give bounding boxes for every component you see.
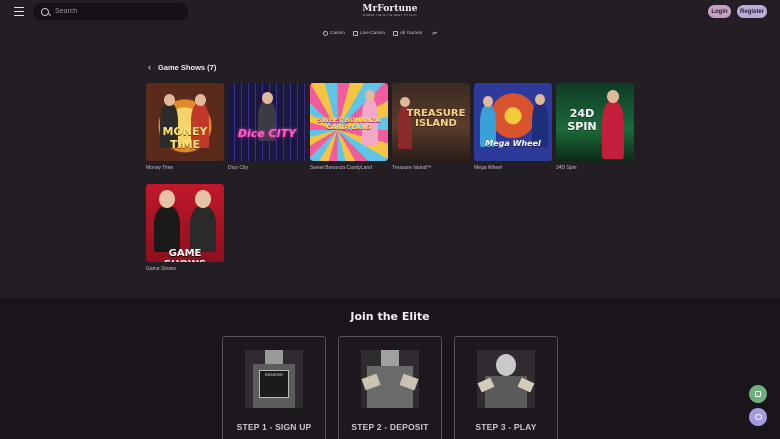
game-tile-treasure-island[interactable]: TREASURE ISLAND Treasure Island™ <box>392 83 470 171</box>
login-button[interactable]: Login <box>708 5 731 18</box>
game-art-title: Mega Wheel <box>485 139 541 148</box>
chat-fab-button[interactable] <box>749 408 767 426</box>
game-name: Dice City <box>228 165 249 171</box>
game-art-title: SWEET BONANZA CANDYLAND <box>317 116 381 131</box>
step-label: STEP 2 - DEPOSIT <box>351 422 429 432</box>
game-art-title: TREASURE ISLAND <box>406 108 466 129</box>
game-tile-mega-wheel[interactable]: Mega Wheel Mega Wheel <box>474 83 552 171</box>
step-label: STEP 1 - SIGN UP <box>236 422 312 432</box>
nav-live-casino[interactable]: Live Casino <box>352 31 386 36</box>
search-input[interactable] <box>55 8 175 15</box>
nav-all-games-label: All Games <box>400 31 423 36</box>
game-thumbnail: MONEY TIME <box>146 83 224 161</box>
logo-tagline: WHERE THE ELITE MEET TO PLAY <box>362 13 418 17</box>
game-name: Mega Wheel <box>474 165 503 171</box>
game-thumbnail: Dice CITY <box>228 83 306 161</box>
game-thumbnail: SWEET BONANZA CANDYLAND <box>310 83 388 161</box>
game-art-title: Dice CITY <box>237 127 297 140</box>
game-thumbnail: TREASURE ISLAND <box>392 83 470 161</box>
game-thumbnail: 24D SPIN <box>556 83 634 161</box>
step-card-sign-up[interactable]: REGISTER STEP 1 - SIGN UP <box>222 336 326 439</box>
game-thumbnail: Mega Wheel <box>474 83 552 161</box>
game-tile-24d-spin[interactable]: 24D SPIN 24D Spin <box>556 83 634 171</box>
nav-casino-label: Casino <box>330 31 345 36</box>
register-art-text: REGISTER <box>265 373 283 377</box>
game-name: Game Shows <box>146 266 177 272</box>
step-image <box>477 350 535 408</box>
search-icon <box>41 7 49 16</box>
site-logo[interactable]: MrFortune WHERE THE ELITE MEET TO PLAY <box>350 4 430 17</box>
nav-casino[interactable]: Casino <box>323 31 345 36</box>
category-nav: Casino Live Casino All Games ⇌ <box>323 30 437 37</box>
game-name: Money Time <box>146 165 174 171</box>
game-tile-money-time[interactable]: MONEY TIME Money Time <box>146 83 224 171</box>
game-name: Sweet Bonanza CandyLand <box>310 165 372 171</box>
search-bar[interactable] <box>33 3 188 20</box>
all-games-icon <box>393 31 399 36</box>
gift-icon <box>755 391 761 397</box>
register-button[interactable]: Register <box>737 5 767 18</box>
back-chevron-icon[interactable]: ‹ <box>148 63 151 72</box>
step-card-deposit[interactable]: STEP 2 - DEPOSIT <box>338 336 442 439</box>
game-tile-sweet-bonanza-candyland[interactable]: SWEET BONANZA CANDYLAND Sweet Bonanza Ca… <box>310 83 388 171</box>
game-name: Treasure Island™ <box>392 165 432 171</box>
game-tile-dice-city[interactable]: Dice CITY Dice City <box>228 83 306 171</box>
step-image <box>361 350 419 408</box>
game-art-title: 24D SPIN <box>567 107 597 133</box>
game-art-title: MONEY TIME <box>162 125 208 151</box>
live-casino-icon <box>352 31 358 36</box>
casino-icon <box>323 31 328 36</box>
game-art-title: GAME SHOWS <box>164 248 206 262</box>
nav-live-casino-label: Live Casino <box>359 31 386 36</box>
filter-icon[interactable]: ⇌ <box>432 30 437 37</box>
section-title: Game Shows (7) <box>158 63 217 72</box>
step-image: REGISTER <box>245 350 303 408</box>
gift-fab-button[interactable] <box>749 385 767 403</box>
step-card-play[interactable]: STEP 3 - PLAY <box>454 336 558 439</box>
chat-icon <box>754 414 762 420</box>
step-label: STEP 3 - PLAY <box>475 422 537 432</box>
section-header: ‹ Game Shows (7) <box>148 63 217 73</box>
top-header: MrFortune WHERE THE ELITE MEET TO PLAY L… <box>0 0 780 24</box>
game-thumbnail: GAME SHOWS <box>146 184 224 262</box>
menu-icon[interactable] <box>14 7 24 16</box>
nav-all-games[interactable]: All Games <box>393 31 422 36</box>
game-name: 24D Spin <box>556 165 577 171</box>
join-title: Join the Elite <box>350 310 430 323</box>
game-tile-game-shows[interactable]: GAME SHOWS Game Shows <box>146 184 224 272</box>
